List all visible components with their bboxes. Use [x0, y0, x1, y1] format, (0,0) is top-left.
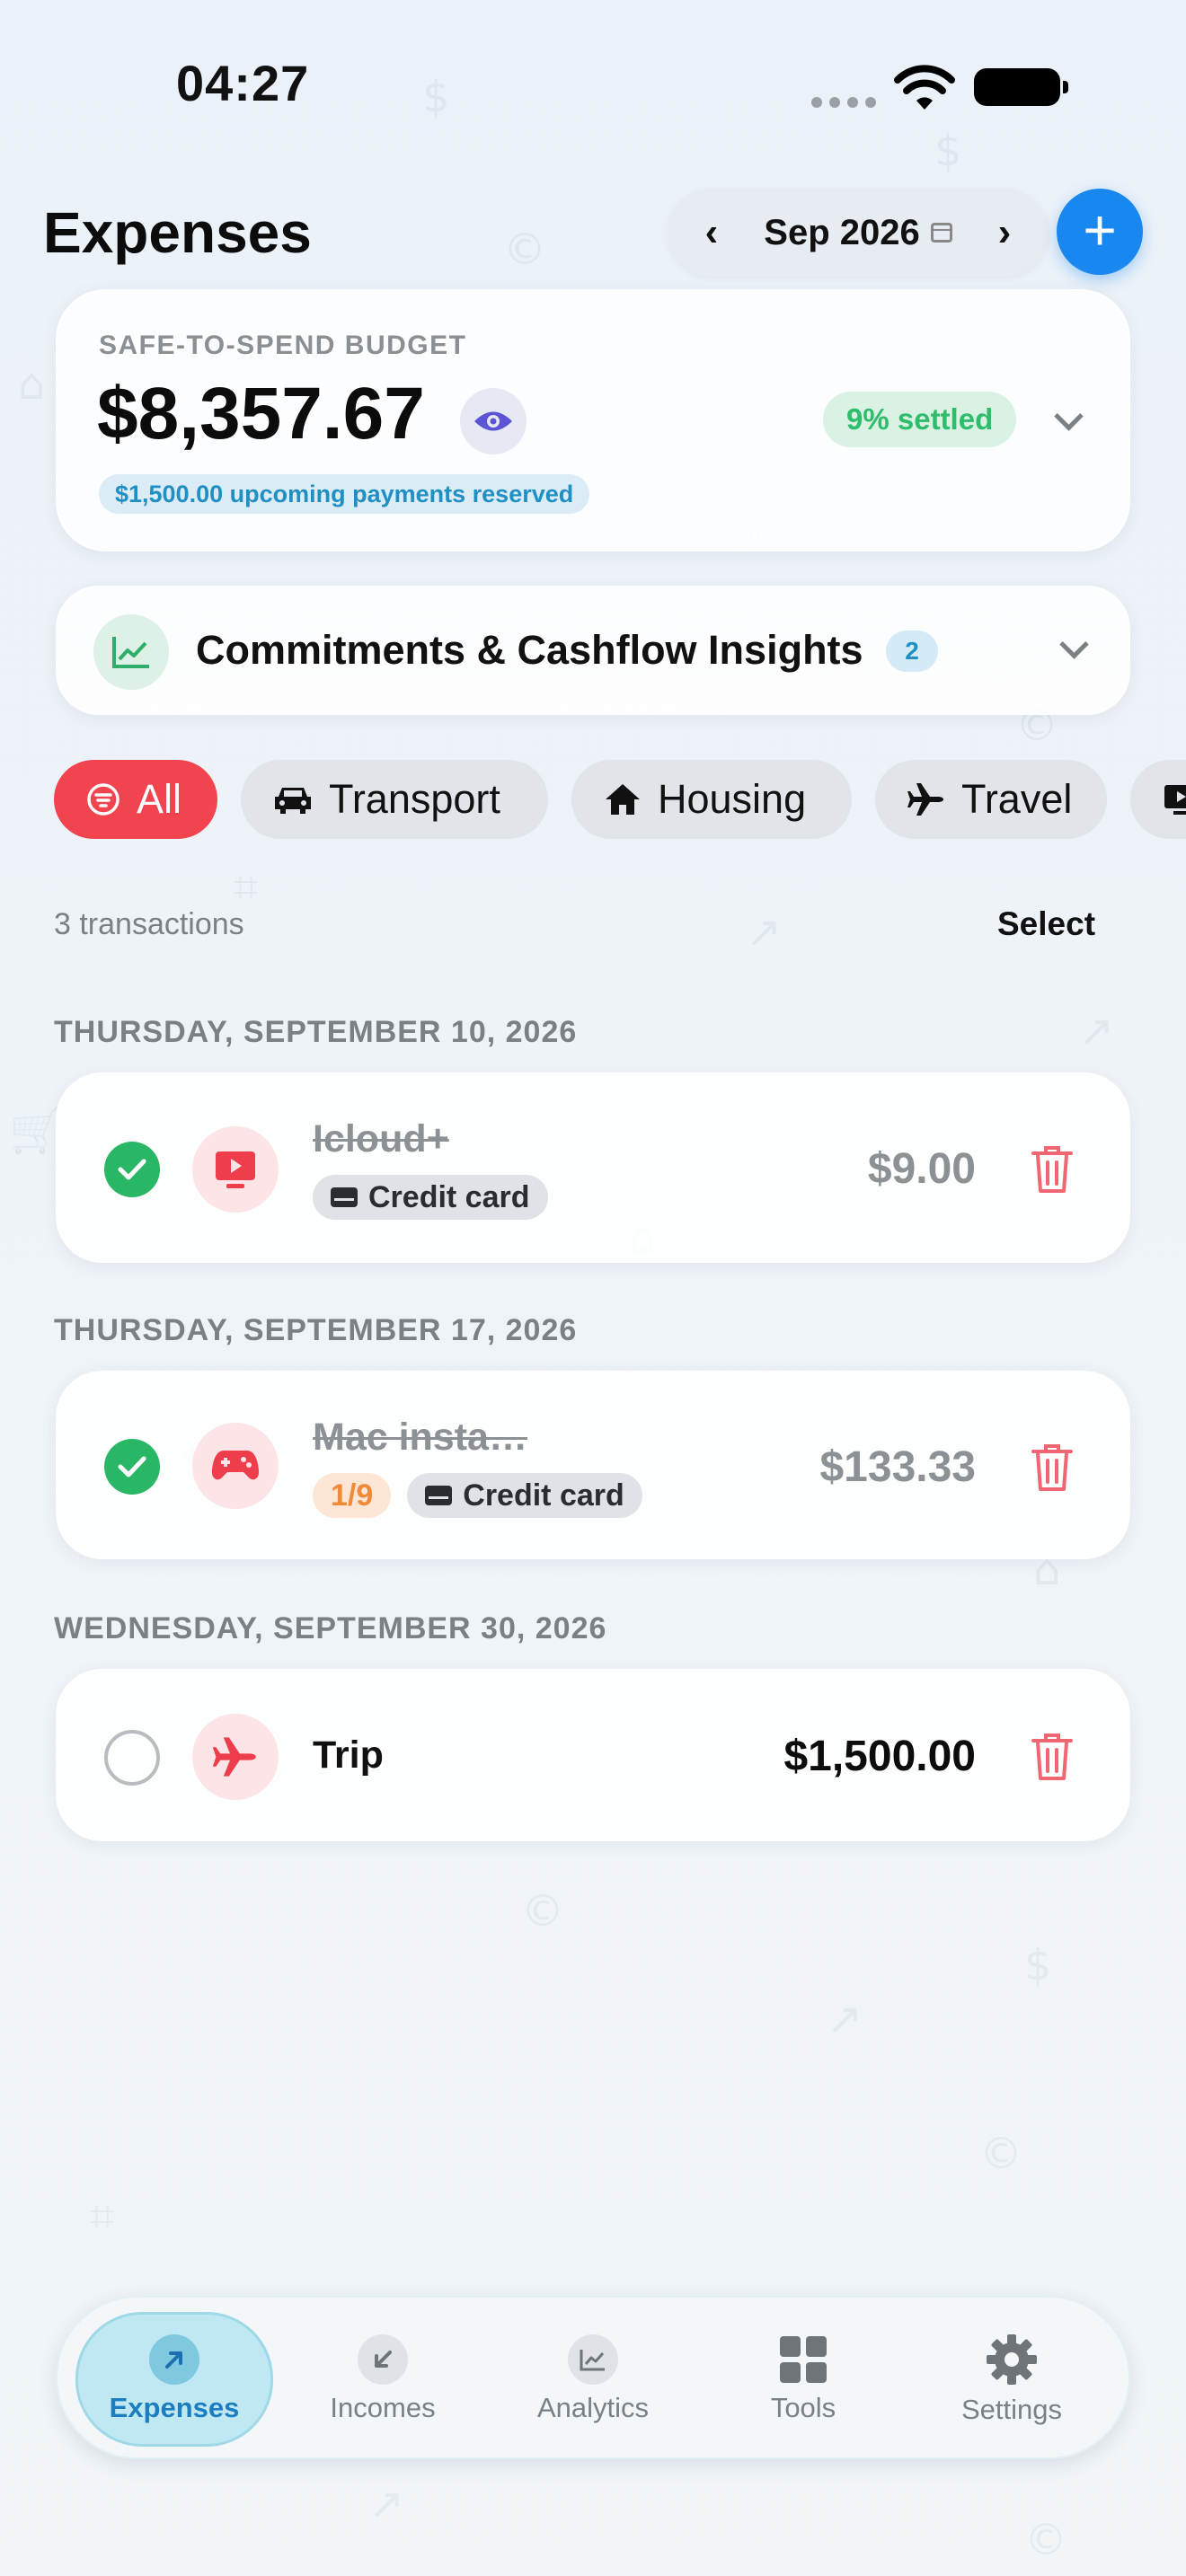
transaction-row[interactable]: Trip $1,500.00 — [56, 1669, 1130, 1841]
filter-chip-label: Travel — [961, 776, 1073, 822]
tab-expenses[interactable]: Expenses — [75, 2312, 273, 2447]
payment-method-label: Credit card — [368, 1179, 530, 1214]
credit-card-icon — [331, 1187, 358, 1207]
chevron-left-icon[interactable]: ‹ — [698, 210, 725, 255]
trash-icon[interactable] — [1030, 1442, 1075, 1493]
status-time: 04:27 — [176, 55, 310, 111]
transaction-name: Icloud+ — [313, 1117, 449, 1160]
month-label[interactable]: Sep 2026 — [764, 212, 952, 253]
select-button[interactable]: Select — [997, 905, 1095, 943]
filter-chip-more[interactable] — [1130, 760, 1186, 839]
date-header: WEDNESDAY, SEPTEMBER 30, 2026 — [54, 1611, 607, 1645]
transaction-name: Trip — [313, 1734, 384, 1777]
chevron-right-icon[interactable]: › — [991, 210, 1018, 255]
date-header: THURSDAY, SEPTEMBER 10, 2026 — [54, 1015, 578, 1049]
filter-chip-travel[interactable]: Travel — [875, 760, 1107, 839]
tv-play-icon — [192, 1126, 279, 1213]
tab-label: Expenses — [109, 2392, 240, 2423]
month-text: Sep 2026 — [764, 212, 920, 252]
chart-icon — [568, 2334, 618, 2385]
unchecked-circle-icon[interactable] — [104, 1730, 160, 1786]
calendar-icon — [930, 223, 952, 243]
arrow-up-right-icon — [149, 2334, 199, 2385]
tab-settings[interactable]: Settings — [913, 2312, 1111, 2447]
status-bar: 04:27 — [0, 0, 1186, 171]
airplane-icon — [192, 1714, 279, 1800]
filter-chip-housing[interactable]: Housing — [571, 760, 852, 839]
payment-method-label: Credit card — [463, 1478, 624, 1513]
tab-label: Incomes — [330, 2392, 436, 2423]
date-header: THURSDAY, SEPTEMBER 17, 2026 — [54, 1313, 578, 1347]
filter-chip-label: Transport — [329, 776, 500, 822]
transaction-tags: Credit card — [313, 1175, 548, 1220]
filter-chip-label: Housing — [658, 776, 807, 822]
transaction-row[interactable]: Mac insta… 1/9 Credit card $133.33 — [56, 1371, 1130, 1559]
tab-incomes[interactable]: Incomes — [284, 2312, 482, 2447]
tab-label: Analytics — [536, 2392, 650, 2423]
gamepad-icon — [192, 1423, 279, 1509]
reserved-payments-badge: $1,500.00 upcoming payments reserved — [99, 474, 590, 514]
checkmark-icon[interactable] — [104, 1439, 160, 1495]
month-picker[interactable]: ‹ Sep 2026 › — [668, 189, 1049, 277]
tv-play-icon — [1163, 783, 1186, 816]
installment-badge: 1/9 — [313, 1473, 392, 1518]
transaction-count: 3 transactions — [54, 907, 244, 941]
transaction-amount: $133.33 — [819, 1443, 976, 1491]
transaction-amount: $9.00 — [867, 1145, 976, 1193]
tab-analytics[interactable]: Analytics — [494, 2312, 692, 2447]
airplane-icon — [907, 781, 945, 817]
tab-tools[interactable]: Tools — [704, 2312, 902, 2447]
transaction-tags: 1/9 Credit card — [313, 1473, 642, 1518]
page-title: Expenses — [43, 200, 312, 265]
battery-icon — [974, 68, 1068, 106]
budget-card[interactable]: SAFE-TO-SPEND BUDGET $8,357.67 $1,500.00… — [56, 289, 1130, 551]
category-filter-row: All Transport Housing Travel — [54, 760, 1186, 839]
grid-icon — [780, 2336, 827, 2383]
payment-method-tag: Credit card — [313, 1175, 548, 1220]
eye-icon[interactable] — [460, 388, 527, 454]
add-expense-button[interactable]: + — [1057, 189, 1143, 275]
insights-card[interactable]: Commitments & Cashflow Insights 2 — [56, 586, 1130, 715]
filter-chip-label: All — [137, 776, 182, 822]
arrow-down-left-icon — [358, 2334, 408, 2385]
house-icon — [604, 782, 642, 816]
budget-amount: $8,357.67 — [97, 373, 425, 454]
car-icon — [273, 784, 313, 815]
credit-card-icon — [425, 1486, 453, 1505]
transaction-amount: $1,500.00 — [783, 1733, 976, 1780]
trash-icon[interactable] — [1030, 1732, 1075, 1782]
filter-chip-transport[interactable]: Transport — [241, 760, 548, 839]
chevron-down-icon[interactable] — [1053, 404, 1084, 435]
filter-icon — [86, 782, 120, 816]
filter-chip-all[interactable]: All — [54, 760, 217, 839]
chart-icon — [93, 614, 169, 690]
tab-label: Settings — [960, 2394, 1062, 2425]
trash-icon[interactable] — [1030, 1144, 1075, 1195]
insights-title: Commitments & Cashflow Insights — [196, 627, 863, 673]
tab-label: Tools — [770, 2392, 836, 2423]
insights-count-badge: 2 — [886, 631, 938, 672]
checkmark-icon[interactable] — [104, 1142, 160, 1197]
tab-bar: Expenses Incomes Analytics Tools Setting… — [56, 2296, 1130, 2459]
transaction-name: Mac insta… — [313, 1416, 527, 1459]
transaction-row[interactable]: Icloud+ Credit card $9.00 — [56, 1072, 1130, 1263]
wifi-icon — [894, 65, 955, 110]
gear-icon — [987, 2334, 1037, 2385]
settled-badge: 9% settled — [823, 392, 1017, 447]
payment-method-tag: Credit card — [407, 1473, 642, 1518]
budget-label: SAFE-TO-SPEND BUDGET — [99, 331, 467, 360]
chevron-down-icon[interactable] — [1058, 632, 1089, 663]
signal-icon — [811, 97, 876, 108]
